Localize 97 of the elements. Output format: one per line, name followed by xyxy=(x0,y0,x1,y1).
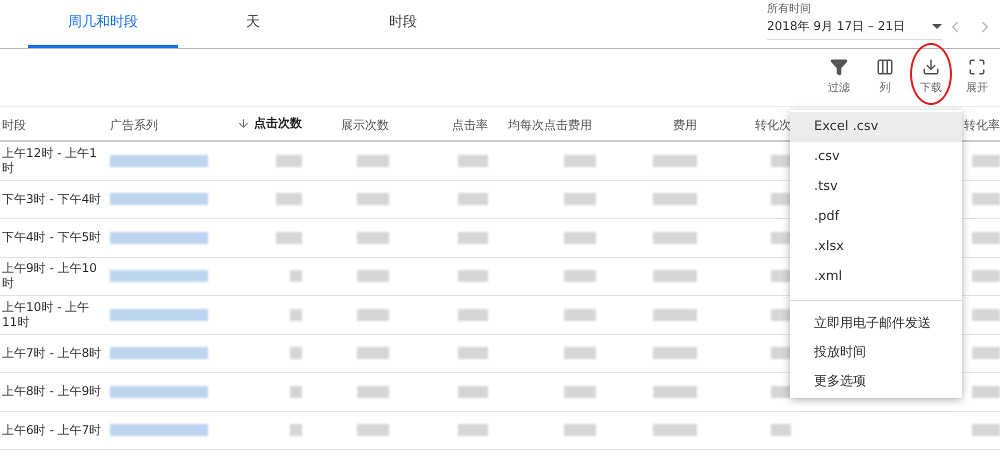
blurred-text xyxy=(458,347,488,360)
column-header[interactable]: 时段 xyxy=(2,116,26,134)
download-icon xyxy=(922,58,940,76)
blurred-text xyxy=(357,347,389,360)
blurred-text xyxy=(972,270,1000,282)
blurred-text xyxy=(458,154,488,167)
blurred-text xyxy=(290,270,302,282)
blurred-text xyxy=(972,386,1000,398)
table-cell-text: 下午4时 - 下午5时 xyxy=(1,230,102,246)
blurred-text xyxy=(290,424,302,436)
table-cell-text: 上午8时 - 上午9时 xyxy=(1,384,102,400)
table-cell-text: 上午12时 - 上午1时 xyxy=(1,146,98,176)
blurred-text xyxy=(276,154,302,167)
tab[interactable]: 时段 xyxy=(328,0,478,48)
blurred-text xyxy=(290,386,302,398)
blurred-text xyxy=(564,308,596,321)
blurred-text xyxy=(771,386,791,398)
blurred-text xyxy=(357,193,389,206)
blurred-text xyxy=(771,424,791,436)
blurred-text xyxy=(653,154,697,167)
column-header[interactable]: 点击率 xyxy=(452,116,488,134)
blurred-text xyxy=(653,308,697,321)
blurred-text xyxy=(564,193,596,206)
table-cell-text: 上午7时 - 上午8时 xyxy=(1,346,102,361)
blurred-text xyxy=(458,193,488,206)
blurred-text xyxy=(564,154,596,167)
blurred-text xyxy=(357,386,389,398)
table-cell-text: 上午9时 - 上午10时 xyxy=(1,261,98,292)
table-cell-text: 下午3时 - 下午4时 xyxy=(1,192,102,207)
blurred-text xyxy=(653,424,697,436)
column-header[interactable]: 展示次数 xyxy=(341,116,389,134)
blurred-text xyxy=(972,347,1000,360)
sort-arrow-icon xyxy=(237,116,250,130)
columns-icon xyxy=(876,58,894,76)
blurred-text xyxy=(653,270,697,282)
blurred-text xyxy=(653,386,697,398)
blurred-text xyxy=(653,347,697,360)
toolbar-button[interactable]: 展开 xyxy=(954,49,1000,106)
tab[interactable]: 周几和时段 xyxy=(28,0,178,48)
menu-item[interactable]: 更多选项 xyxy=(790,367,962,396)
blurred-text xyxy=(771,154,791,167)
blurred-text xyxy=(357,308,389,321)
blurred-text xyxy=(972,232,1000,244)
table-cell-text: 上午6时 - 上午7时 xyxy=(1,422,102,438)
column-header[interactable]: 费用 xyxy=(673,116,697,134)
blurred-text xyxy=(290,308,302,321)
menu-item[interactable]: 立即用电子邮件发送 xyxy=(790,309,962,338)
menu-item[interactable]: .pdf xyxy=(790,202,962,232)
blurred-text xyxy=(458,232,488,244)
column-header[interactable]: 均每次点击费用 xyxy=(508,116,592,134)
blurred-text xyxy=(458,270,488,282)
date-range-value[interactable]: 2018年 9月 17日 – 21日 xyxy=(767,17,905,35)
toolbar-button[interactable]: 下载 xyxy=(908,49,954,106)
toolbar-button[interactable]: 过滤 xyxy=(816,49,862,106)
blurred-text xyxy=(276,193,302,206)
menu-item[interactable]: Excel .csv xyxy=(790,112,962,142)
blurred-text xyxy=(653,232,697,244)
column-header[interactable]: 广告系列 xyxy=(110,116,158,134)
column-header[interactable]: 转化率 xyxy=(964,116,1000,134)
blurred-text xyxy=(771,308,791,321)
blurred-text xyxy=(564,270,596,282)
blurred-text xyxy=(276,232,302,244)
menu-item[interactable]: .xlsx xyxy=(790,232,962,262)
column-header[interactable]: 点击次数 xyxy=(237,114,302,132)
blurred-text xyxy=(458,308,488,321)
blurred-text xyxy=(357,270,389,282)
menu-item[interactable]: 投放时间 xyxy=(790,338,962,367)
menu-item[interactable]: .xml xyxy=(790,262,962,292)
table-cell-text: 上午10时 - 上午11时 xyxy=(1,300,90,330)
blurred-text xyxy=(357,424,389,436)
blurred-text xyxy=(972,154,1000,167)
blurred-text xyxy=(771,347,791,360)
blurred-text xyxy=(653,193,697,206)
blurred-text xyxy=(972,308,1000,321)
date-range-label: 所有时间 xyxy=(767,0,812,16)
blurred-text xyxy=(972,193,1000,206)
caret-icon[interactable] xyxy=(932,24,942,28)
blurred-text xyxy=(771,270,791,282)
toolbar-button[interactable]: 列 xyxy=(862,49,908,106)
blurred-text xyxy=(564,386,596,398)
blurred-text xyxy=(771,232,791,244)
tab[interactable]: 天 xyxy=(178,0,328,48)
expand-icon xyxy=(968,58,986,76)
blurred-text xyxy=(458,386,488,398)
blurred-text xyxy=(357,232,389,244)
blurred-text xyxy=(564,232,596,244)
blurred-text xyxy=(564,424,596,436)
blurred-text xyxy=(972,424,1000,436)
menu-item[interactable]: .tsv xyxy=(790,172,962,202)
column-header[interactable]: 转化次 xyxy=(755,116,791,134)
menu-item[interactable]: .csv xyxy=(790,142,962,172)
blurred-text xyxy=(290,347,302,360)
blurred-text xyxy=(357,154,389,167)
blurred-text xyxy=(771,193,791,206)
blurred-text xyxy=(564,347,596,360)
filter-icon xyxy=(830,58,848,76)
blurred-text xyxy=(458,424,488,436)
